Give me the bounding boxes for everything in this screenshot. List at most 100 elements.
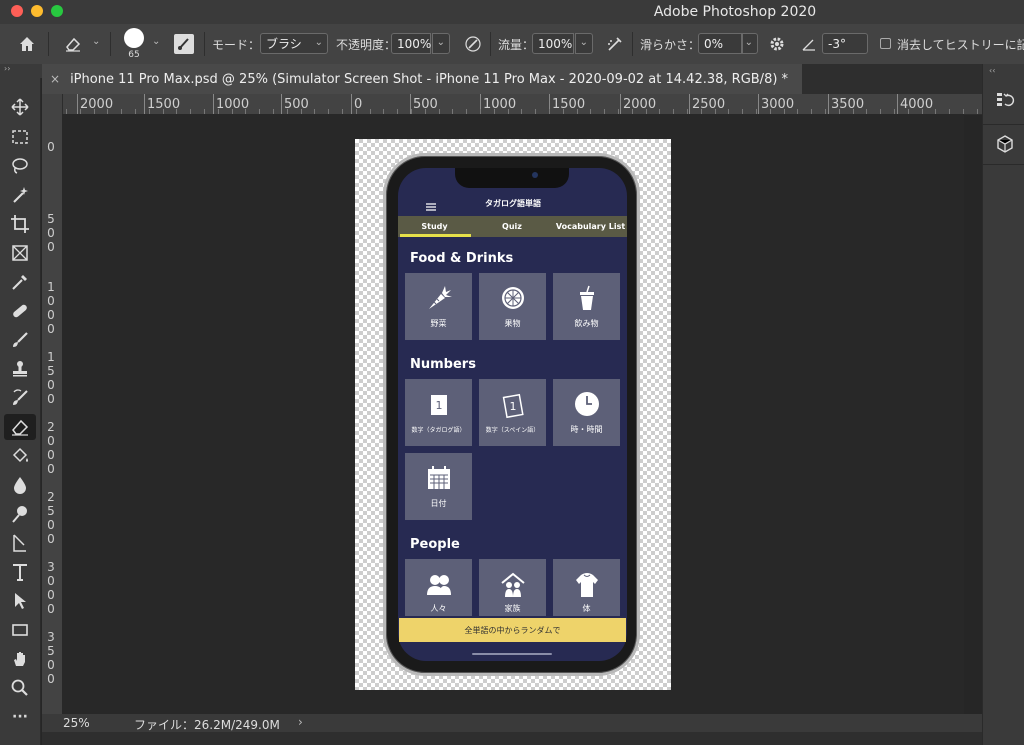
crop-tool[interactable] bbox=[4, 211, 36, 237]
direct-selection-tool[interactable] bbox=[4, 588, 36, 614]
eyedropper-icon bbox=[12, 275, 27, 290]
brush-preview[interactable] bbox=[124, 28, 144, 48]
zoom-window-button[interactable] bbox=[51, 5, 63, 17]
tile-label: 数字（スペイン語） bbox=[485, 427, 540, 434]
smoothing-input[interactable]: 0% bbox=[698, 33, 742, 54]
close-window-button[interactable] bbox=[11, 5, 23, 17]
tab-quiz[interactable]: Quiz bbox=[474, 216, 550, 237]
brush-icon bbox=[13, 332, 28, 347]
paint-bucket-tool[interactable] bbox=[4, 443, 36, 469]
tile-body[interactable]: 体 bbox=[553, 559, 620, 616]
status-bar: 25% ファイル：26.2M/249.0M › bbox=[42, 714, 982, 732]
tile-drinks[interactable]: 飲み物 bbox=[553, 273, 620, 340]
ruler-tick-label: 0 bbox=[47, 140, 55, 154]
tile-people[interactable]: 人々 bbox=[405, 559, 472, 616]
more-tools-button[interactable]: ··· bbox=[4, 704, 36, 730]
tile-vegetables[interactable]: 野菜 bbox=[405, 273, 472, 340]
tile-numbers-spanish[interactable]: 1 数字（スペイン語） bbox=[479, 379, 546, 446]
tile-numbers-tagalog[interactable]: 1 数字（タガログ語） bbox=[405, 379, 472, 446]
pointer-icon bbox=[15, 593, 26, 609]
tile-label: 飲み物 bbox=[574, 319, 599, 328]
rectangle-tool[interactable] bbox=[4, 617, 36, 643]
hand-tool[interactable] bbox=[4, 646, 36, 672]
pressure-opacity-button[interactable] bbox=[462, 33, 484, 55]
toolbar-collapse[interactable]: ›› bbox=[0, 64, 42, 78]
type-tool[interactable] bbox=[4, 559, 36, 585]
eyedropper-tool[interactable] bbox=[4, 269, 36, 295]
blur-tool[interactable] bbox=[4, 472, 36, 498]
magic-wand-tool[interactable] bbox=[4, 182, 36, 208]
ruler-tick-label: 4000 bbox=[900, 97, 934, 112]
smoothing-options-button[interactable] bbox=[766, 33, 788, 55]
smoothing-dropdown[interactable]: ⌄ bbox=[742, 33, 758, 54]
opacity-input[interactable]: 100% bbox=[391, 33, 431, 54]
ruler-tick-label: 1500 bbox=[552, 97, 586, 112]
zoom-tool[interactable] bbox=[4, 675, 36, 701]
hamburger-menu-button[interactable] bbox=[425, 197, 437, 216]
zoom-level[interactable]: 25% bbox=[63, 716, 90, 730]
tile-time[interactable]: 時・時間 bbox=[553, 379, 620, 446]
healing-brush-tool[interactable] bbox=[4, 298, 36, 324]
number-card-icon: 1 bbox=[430, 395, 447, 415]
tile-fruits[interactable]: 果物 bbox=[479, 273, 546, 340]
dodge-tool[interactable] bbox=[4, 501, 36, 527]
carrot-icon bbox=[428, 286, 452, 309]
random-all-words-button[interactable]: 全単語の中からランダムで bbox=[399, 618, 626, 642]
history-brush-tool[interactable] bbox=[4, 385, 36, 411]
move-tool[interactable] bbox=[4, 94, 36, 120]
pen-tool[interactable] bbox=[4, 530, 36, 556]
droplet-icon bbox=[14, 477, 26, 494]
mode-value: ブラシ bbox=[266, 37, 302, 51]
chevron-down-icon[interactable]: ⌄ bbox=[92, 36, 100, 47]
tile-label: 時・時間 bbox=[570, 425, 603, 434]
angle-input[interactable]: -3° bbox=[822, 33, 868, 54]
menu-icon bbox=[426, 203, 436, 211]
eraser-tool[interactable] bbox=[4, 414, 36, 440]
airbrush-button[interactable] bbox=[604, 33, 626, 55]
flow-input[interactable]: 100% bbox=[532, 33, 574, 54]
tile-label: 果物 bbox=[504, 319, 521, 328]
mode-select[interactable]: ブラシ ⌄ bbox=[260, 33, 328, 54]
rectangle-icon bbox=[12, 624, 28, 636]
close-tab-icon[interactable]: × bbox=[50, 72, 60, 86]
marquee-tool[interactable] bbox=[4, 124, 36, 150]
mode-label: モード： bbox=[212, 37, 261, 52]
brush-tool[interactable] bbox=[4, 327, 36, 353]
minimize-window-button[interactable] bbox=[31, 5, 43, 17]
document-tab-title: iPhone 11 Pro Max.psd @ 25% (Simulator S… bbox=[70, 71, 789, 87]
tile-label: 数字（タガログ語） bbox=[411, 427, 466, 434]
status-menu-chevron-icon[interactable]: › bbox=[298, 715, 303, 729]
frame-tool[interactable] bbox=[4, 240, 36, 266]
panel-collapse[interactable]: ‹‹ bbox=[989, 66, 995, 75]
document-tab[interactable]: × iPhone 11 Pro Max.psd @ 25% (Simulator… bbox=[42, 64, 802, 94]
section-title-people: People bbox=[410, 537, 460, 552]
tile-dates[interactable]: 日付 bbox=[405, 453, 472, 520]
tool-preset-picker[interactable] bbox=[62, 33, 84, 55]
chevron-down-icon: ⌄ bbox=[579, 37, 588, 48]
body-icon bbox=[575, 573, 598, 597]
opacity-dropdown[interactable]: ⌄ bbox=[432, 33, 450, 54]
tile-family[interactable]: 家族 bbox=[479, 559, 546, 616]
bandage-icon bbox=[13, 304, 27, 318]
chevron-down-icon[interactable]: ⌄ bbox=[152, 36, 160, 47]
brush-settings-button[interactable] bbox=[174, 34, 194, 54]
clone-stamp-tool[interactable] bbox=[4, 356, 36, 382]
tab-vocabulary-list[interactable]: Vocabulary List bbox=[554, 216, 627, 237]
horizontal-ruler: 2000 1500 1000 500 0 500 1000 1500 2000 2500 3000 3… bbox=[62, 94, 982, 115]
flow-dropdown[interactable]: ⌄ bbox=[575, 33, 593, 54]
airbrush-icon bbox=[608, 37, 622, 51]
flow-label: 流量： bbox=[498, 37, 535, 52]
home-icon bbox=[20, 37, 34, 51]
ruler-tick-label: 3 5 0 0 bbox=[47, 630, 55, 686]
eraser-icon bbox=[66, 37, 81, 52]
chevron-down-icon: ⌄ bbox=[744, 37, 753, 48]
erase-history-checkbox[interactable] bbox=[880, 38, 891, 49]
app-tab-bar: Study Quiz Vocabulary List bbox=[398, 216, 627, 237]
3d-panel-button[interactable] bbox=[995, 134, 1015, 158]
home-button[interactable] bbox=[16, 33, 38, 55]
history-panel-button[interactable] bbox=[995, 90, 1015, 114]
opacity-label: 不透明度： bbox=[336, 37, 397, 52]
lasso-tool[interactable] bbox=[4, 153, 36, 179]
ruler-tick-label: 2000 bbox=[623, 97, 657, 112]
citrus-icon bbox=[501, 287, 524, 309]
